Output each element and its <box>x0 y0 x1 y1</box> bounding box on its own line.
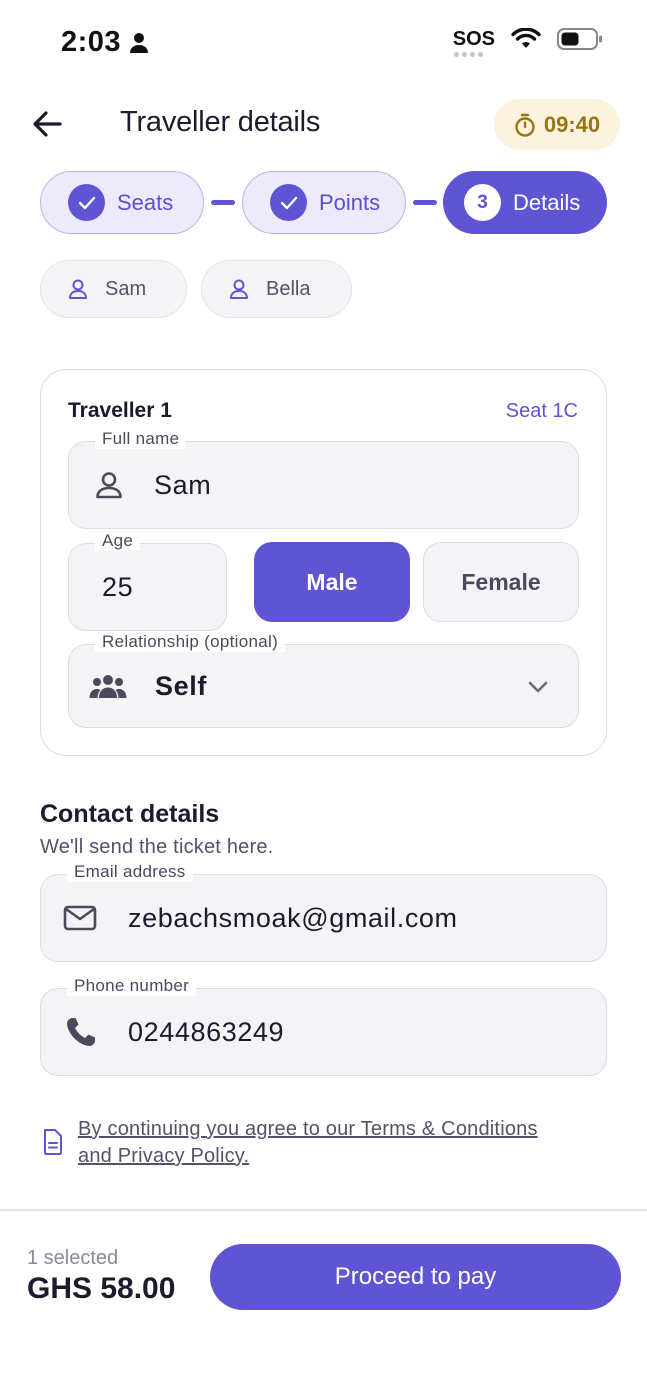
traveller-chip-bella[interactable]: Bella <box>201 260 352 318</box>
phone-field[interactable]: Phone number 0244863249 <box>40 976 607 1076</box>
page-title: Traveller details <box>120 106 321 138</box>
age-value: 25 <box>102 571 134 602</box>
terms-link[interactable]: By continuing you agree to our Terms & C… <box>78 1116 538 1170</box>
phone-label: Phone number <box>67 976 197 996</box>
group-icon <box>89 675 127 698</box>
gender-female-button[interactable]: Female <box>423 542 579 622</box>
traveller-chip-label: Bella <box>266 277 311 300</box>
proceed-to-pay-button[interactable]: Proceed to pay <box>210 1244 621 1310</box>
footer-divider <box>0 1209 647 1211</box>
selected-count: 1 selected <box>27 1247 119 1269</box>
terms-line-1: By continuing you agree to our Terms & C… <box>78 1118 538 1140</box>
traveller-seat-label: Seat 1C <box>505 400 578 422</box>
contact-details-subtitle: We'll send the ticket here. <box>40 836 274 858</box>
status-bar-time: 2:03 <box>61 26 149 59</box>
email-label: Email address <box>67 862 193 882</box>
step-connector <box>211 200 235 205</box>
contact-details-heading: Contact details <box>40 800 220 828</box>
age-label: Age <box>95 531 141 551</box>
total-price: GHS 58.00 <box>27 1272 176 1305</box>
step-connector <box>413 200 437 205</box>
full-name-value: Sam <box>154 469 212 500</box>
gender-male-button[interactable]: Male <box>254 542 410 622</box>
email-value: zebachsmoak@gmail.com <box>128 902 458 933</box>
back-arrow-icon[interactable] <box>30 106 66 142</box>
age-field[interactable]: Age 25 <box>68 531 227 631</box>
person-outline-icon <box>96 472 122 499</box>
phone-value: 0244863249 <box>128 1016 285 1047</box>
step-number-badge: 3 <box>464 184 501 221</box>
full-name-field[interactable]: Full name Sam <box>68 429 579 529</box>
wifi-icon <box>511 28 541 48</box>
check-icon <box>68 184 105 221</box>
traveller-card-title: Traveller 1 <box>68 399 172 422</box>
check-icon <box>270 184 307 221</box>
chevron-down-icon <box>528 681 548 693</box>
battery-icon <box>557 28 602 50</box>
status-bar-icons: SOS <box>452 28 603 57</box>
relationship-value: Self <box>155 670 207 701</box>
relationship-select[interactable]: Relationship (optional) Self <box>68 632 579 728</box>
countdown-timer: 09:40 <box>494 99 620 150</box>
person-outline-icon <box>69 279 87 299</box>
person-icon <box>130 32 149 53</box>
traveller-chip-label: Sam <box>105 277 147 300</box>
terms-line-2: and Privacy Policy. <box>78 1145 250 1167</box>
step-points[interactable]: Points <box>242 171 406 234</box>
sos-label: SOS <box>452 28 495 50</box>
stopwatch-icon <box>515 113 535 137</box>
relationship-label: Relationship (optional) <box>95 632 286 652</box>
step-seats-label: Seats <box>117 189 174 215</box>
traveller-chip-sam[interactable]: Sam <box>40 260 187 318</box>
status-time-text: 2:03 <box>61 26 122 58</box>
timer-value: 09:40 <box>543 111 601 137</box>
email-field[interactable]: Email address zebachsmoak@gmail.com <box>40 862 607 962</box>
person-outline-icon <box>230 279 248 299</box>
step-details[interactable]: 3 Details <box>443 171 607 234</box>
full-name-label: Full name <box>95 429 187 449</box>
step-points-label: Points <box>319 189 381 215</box>
terms-notice: By continuing you agree to our Terms & C… <box>42 1116 612 1170</box>
step-details-label: Details <box>513 189 581 215</box>
sos-indicator: SOS <box>452 28 495 57</box>
document-icon <box>44 1129 62 1155</box>
step-seats[interactable]: Seats <box>40 171 204 234</box>
mail-icon <box>63 905 97 931</box>
phone-icon <box>67 1018 95 1046</box>
